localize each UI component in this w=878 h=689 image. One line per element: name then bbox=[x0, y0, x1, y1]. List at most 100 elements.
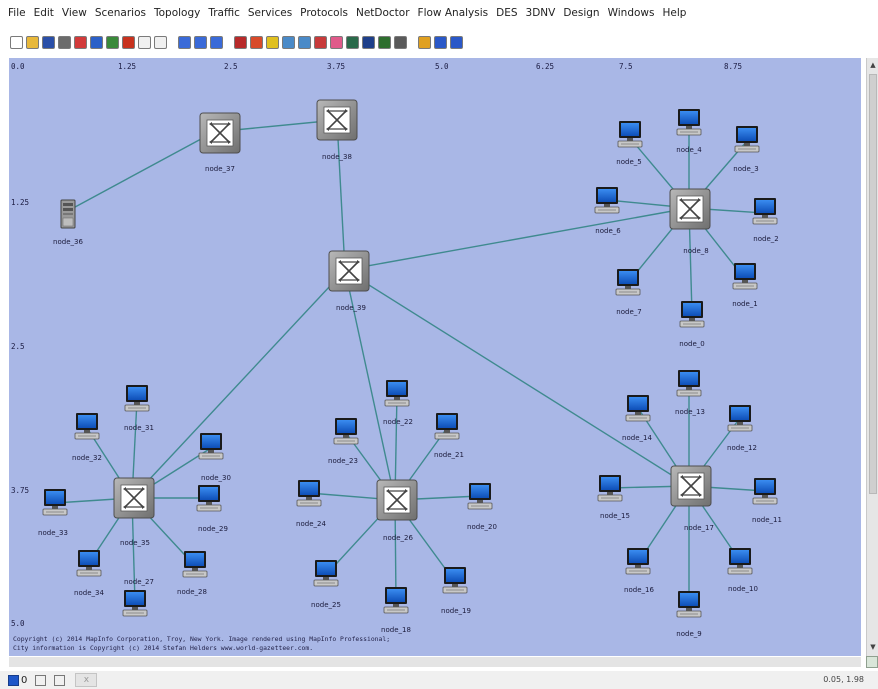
node-19[interactable]: node_19 bbox=[441, 566, 471, 615]
horizontal-scrollbar[interactable] bbox=[9, 657, 861, 667]
menu-netdoctor[interactable]: NetDoctor bbox=[356, 7, 410, 19]
scroll-thumb[interactable] bbox=[869, 74, 877, 494]
analysis-icon[interactable] bbox=[450, 35, 463, 49]
node-21[interactable]: node_21 bbox=[434, 412, 464, 459]
node-29[interactable]: node_29 bbox=[196, 484, 228, 533]
node-26[interactable]: node_26 bbox=[376, 479, 418, 542]
link-icon[interactable] bbox=[250, 35, 263, 49]
node-label: node_23 bbox=[328, 457, 358, 465]
grid-icon[interactable] bbox=[282, 35, 295, 49]
new-file-icon[interactable] bbox=[10, 35, 23, 49]
node-0[interactable]: node_0 bbox=[679, 300, 705, 348]
node-11[interactable]: node_11 bbox=[752, 477, 782, 524]
node-1[interactable]: node_1 bbox=[732, 262, 758, 308]
node-10[interactable]: node_10 bbox=[727, 547, 758, 593]
topology-canvas[interactable]: 0.0 1.25 2.5 3.75 5.0 6.25 7.5 8.75 1.25… bbox=[9, 58, 861, 656]
node-16[interactable]: node_16 bbox=[624, 547, 654, 594]
node-label: node_38 bbox=[322, 153, 352, 161]
node-34[interactable]: node_34 bbox=[74, 549, 104, 597]
node-31[interactable]: node_31 bbox=[124, 384, 154, 432]
menu-3dnv[interactable]: 3DNV bbox=[526, 7, 556, 19]
menu-edit[interactable]: Edit bbox=[34, 7, 54, 19]
traffic-icon[interactable] bbox=[346, 35, 359, 49]
node-18[interactable]: node_18 bbox=[381, 586, 411, 634]
node-28[interactable]: node_28 bbox=[177, 550, 208, 596]
document-icon[interactable] bbox=[35, 674, 47, 686]
status-bar: 0 x 0.05, 1.98 bbox=[0, 671, 878, 689]
window-icon[interactable] bbox=[394, 35, 407, 49]
node-2[interactable]: node_2 bbox=[752, 197, 779, 243]
scroll-up-icon[interactable]: ▲ bbox=[868, 60, 878, 70]
node-label: node_4 bbox=[676, 146, 702, 154]
node-20[interactable]: node_20 bbox=[467, 482, 497, 531]
rack-icon[interactable] bbox=[234, 35, 247, 49]
zoom-out-icon[interactable] bbox=[154, 35, 167, 49]
node-35[interactable]: node_35 bbox=[113, 477, 155, 547]
menu-des[interactable]: DES bbox=[496, 7, 517, 19]
pointer-icon[interactable] bbox=[314, 35, 327, 49]
menu-protocols[interactable]: Protocols bbox=[300, 7, 348, 19]
print-icon[interactable] bbox=[58, 35, 71, 49]
menu-file[interactable]: File bbox=[8, 7, 26, 19]
chart-icon[interactable] bbox=[106, 35, 119, 49]
table-icon[interactable] bbox=[378, 35, 391, 49]
node-4[interactable]: node_4 bbox=[676, 108, 702, 154]
node-6[interactable]: node_6 bbox=[594, 186, 621, 235]
node-15[interactable]: node_15 bbox=[597, 474, 630, 520]
node-5[interactable]: node_5 bbox=[616, 120, 643, 166]
device-config-icon[interactable] bbox=[210, 35, 223, 49]
node-30[interactable]: node_30 bbox=[198, 432, 231, 482]
node-27[interactable]: node_27 bbox=[122, 578, 154, 617]
node-13[interactable]: node_13 bbox=[675, 369, 705, 416]
location-pin-icon[interactable] bbox=[122, 35, 135, 49]
warning-icon[interactable] bbox=[266, 35, 279, 49]
wizard-icon[interactable] bbox=[74, 35, 87, 49]
add-icon[interactable] bbox=[8, 674, 19, 686]
node-17[interactable]: node_17 bbox=[670, 465, 714, 532]
scroll-down-icon[interactable]: ▼ bbox=[868, 642, 878, 652]
vertical-scrollbar[interactable]: ▲ ▼ bbox=[866, 58, 878, 656]
menu-services[interactable]: Services bbox=[248, 7, 292, 19]
device-add-icon[interactable] bbox=[178, 35, 191, 49]
menu-scenarios[interactable]: Scenarios bbox=[95, 7, 146, 19]
device-remove-icon[interactable] bbox=[194, 35, 207, 49]
node-36[interactable]: node_36 bbox=[53, 199, 83, 246]
node-25[interactable]: node_25 bbox=[311, 559, 341, 609]
bar-chart-icon[interactable] bbox=[418, 35, 431, 49]
node-22[interactable]: node_22 bbox=[383, 379, 413, 426]
report-view-icon[interactable] bbox=[362, 35, 375, 49]
menu-design[interactable]: Design bbox=[563, 7, 599, 19]
node-9[interactable]: node_9 bbox=[676, 590, 702, 638]
grid-settings-icon[interactable] bbox=[298, 35, 311, 49]
node-label: node_3 bbox=[733, 165, 758, 173]
zoom-in-icon[interactable] bbox=[138, 35, 151, 49]
node-12[interactable]: node_12 bbox=[727, 404, 757, 452]
menu-traffic[interactable]: Traffic bbox=[208, 7, 240, 19]
node-3[interactable]: node_3 bbox=[733, 125, 760, 173]
corner-button[interactable] bbox=[866, 656, 878, 668]
map-icon[interactable] bbox=[434, 35, 447, 49]
save-icon[interactable] bbox=[42, 35, 55, 49]
report-icon[interactable] bbox=[90, 35, 103, 49]
node-label: node_30 bbox=[201, 474, 231, 482]
copyright-line: City information is Copyright (c) 2014 S… bbox=[13, 644, 314, 652]
star-icon[interactable] bbox=[330, 35, 343, 49]
node-7[interactable]: node_7 bbox=[615, 268, 642, 316]
open-folder-icon[interactable] bbox=[26, 35, 39, 49]
node-14[interactable]: node_14 bbox=[622, 394, 652, 442]
node-37[interactable]: node_37 bbox=[199, 112, 241, 173]
node-33[interactable]: node_33 bbox=[38, 488, 68, 537]
node-24[interactable]: node_24 bbox=[296, 479, 326, 528]
node-label: node_17 bbox=[684, 524, 714, 532]
close-tab-button[interactable]: x bbox=[75, 673, 98, 687]
menu-help[interactable]: Help bbox=[662, 7, 686, 19]
node-23[interactable]: node_23 bbox=[328, 417, 359, 465]
menu-windows[interactable]: Windows bbox=[608, 7, 655, 19]
menu-topology[interactable]: Topology bbox=[154, 7, 200, 19]
node-39[interactable]: node_39 bbox=[328, 250, 370, 312]
menu-view[interactable]: View bbox=[62, 7, 87, 19]
node-38[interactable]: node_38 bbox=[316, 99, 358, 161]
node-32[interactable]: node_32 bbox=[72, 412, 102, 462]
window-icon[interactable] bbox=[54, 674, 66, 686]
menu-flow-analysis[interactable]: Flow Analysis bbox=[418, 7, 489, 19]
